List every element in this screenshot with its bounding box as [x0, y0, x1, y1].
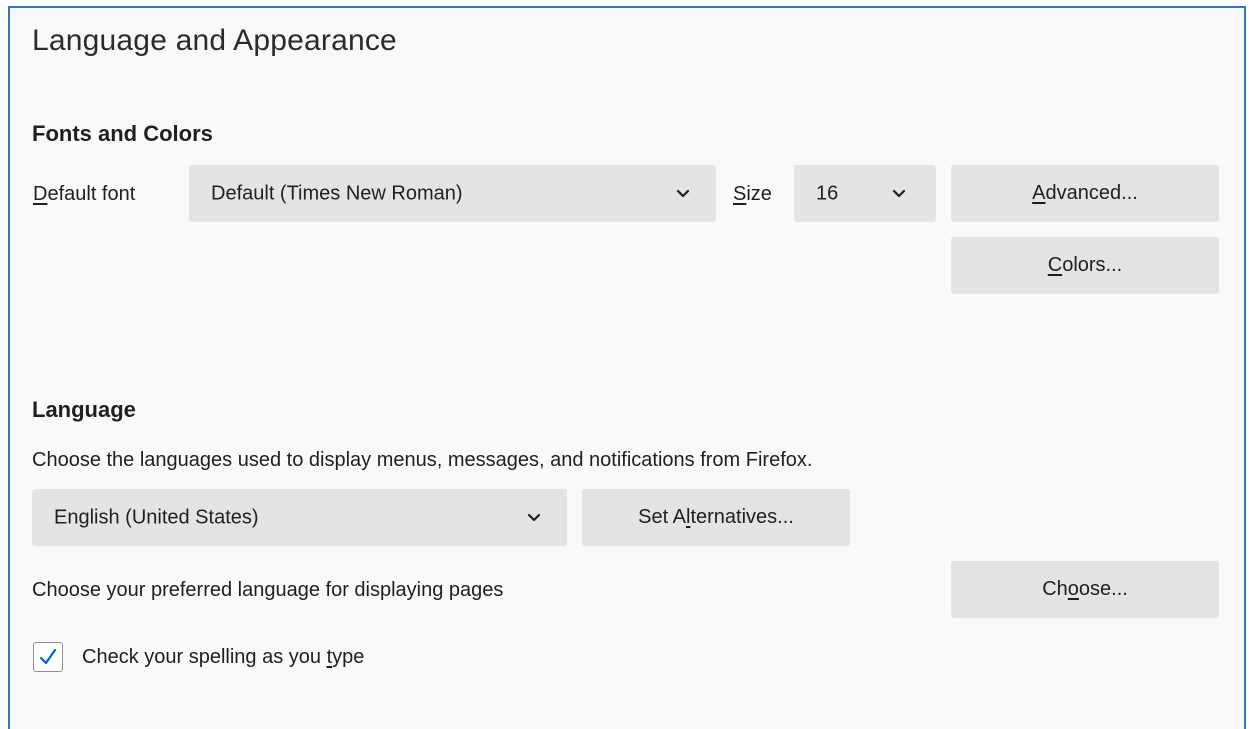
- spellcheck-checkbox[interactable]: [33, 642, 63, 672]
- language-heading: Language: [32, 397, 136, 422]
- chevron-down-icon: [676, 189, 690, 197]
- chevron-down-icon: [892, 189, 906, 197]
- language-description: Choose the languages used to display men…: [32, 449, 813, 471]
- default-font-select[interactable]: Default (Times New Roman): [189, 165, 716, 222]
- default-font-value: Default (Times New Roman): [211, 182, 463, 204]
- ui-language-value: English (United States): [54, 506, 259, 528]
- default-font-label: Default font: [33, 183, 136, 205]
- size-label: Size: [733, 183, 772, 205]
- page-title: Language and Appearance: [32, 24, 397, 57]
- font-size-value: 16: [816, 182, 839, 204]
- fonts-colors-heading: Fonts and Colors: [32, 121, 213, 146]
- choose-language-button[interactable]: Ch o ose...: [951, 561, 1219, 618]
- checkmark-icon: [39, 648, 57, 665]
- ui-language-select[interactable]: English (United States): [32, 489, 567, 546]
- preferences-pane: [8, 6, 1246, 729]
- font-size-select[interactable]: 16: [794, 165, 936, 222]
- chevron-down-icon: [527, 513, 541, 521]
- advanced-fonts-button[interactable]: Advanced...: [951, 165, 1219, 222]
- spellcheck-label[interactable]: Check your spelling as you type: [82, 646, 364, 669]
- colors-button[interactable]: Colors...: [951, 237, 1219, 294]
- set-alternatives-button[interactable]: Set Al ternatives...: [582, 489, 850, 546]
- preferred-language-label: Choose your preferred language for displ…: [32, 579, 504, 601]
